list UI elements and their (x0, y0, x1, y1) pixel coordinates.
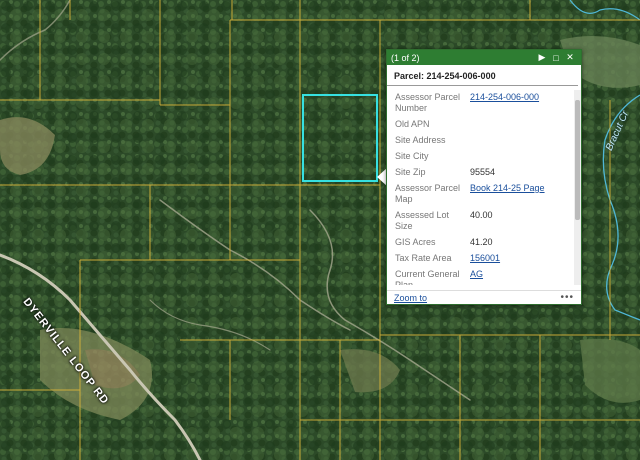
attribute-row: Site Zip 95554 (392, 165, 568, 181)
attribute-name: Current General Plan (395, 269, 460, 285)
attribute-row: Assessor Parcel Map Book 214-25 Page (392, 181, 568, 208)
attribute-row: Old APN (392, 117, 568, 133)
attribute-value-link[interactable]: 214-254-006-000 (470, 92, 539, 102)
attribute-name: Site City (395, 151, 429, 161)
next-feature-icon[interactable]: ▶ (535, 52, 549, 63)
attribute-value: 95554 (470, 167, 496, 177)
more-options-icon[interactable]: ••• (560, 292, 574, 303)
attribute-row: Assessor Parcel Number 214-254-006-000 (392, 90, 568, 117)
attribute-row: GIS Acres 41.20 (392, 235, 568, 251)
attribute-name: Site Address (395, 135, 446, 145)
attribute-value-link[interactable]: AG (470, 269, 483, 279)
attribute-name: Assessor Parcel Map (395, 183, 461, 204)
attribute-value (467, 133, 568, 149)
attribute-value[interactable]: AG (467, 267, 568, 285)
attribute-name: Site Zip (395, 167, 426, 177)
attribute-name: Assessor Parcel Number (395, 92, 461, 113)
zoom-to-link[interactable]: Zoom to (394, 293, 427, 303)
attribute-name: GIS Acres (395, 237, 436, 247)
popup-count: (1 of 2) (391, 52, 420, 63)
attribute-value[interactable]: 214-254-006-000 (467, 90, 568, 117)
attribute-row: Tax Rate Area 156001 (392, 251, 568, 267)
attribute-row: Site City (392, 149, 568, 165)
attribute-name: Old APN (395, 119, 430, 129)
attribute-row: Assessed Lot Size 40.00 (392, 208, 568, 235)
attribute-value: 41.20 (470, 237, 493, 247)
attribute-value (467, 117, 568, 133)
attribute-name: Assessed Lot Size (395, 210, 450, 231)
attribute-table: Assessor Parcel Number 214-254-006-000 Old… (392, 90, 568, 285)
attribute-value: 40.00 (470, 210, 493, 220)
popup-footer: Zoom to ••• (387, 290, 581, 304)
parcel-popup: (1 of 2) ▶ □ ✕ Parcel: 214-254-006-000 A… (386, 49, 582, 305)
popup-scrollbar[interactable] (574, 90, 581, 285)
popup-body[interactable]: Assessor Parcel Number 214-254-006-000 Old… (387, 90, 581, 285)
popup-title: Parcel: 214-254-006-000 (387, 65, 578, 86)
close-icon[interactable]: ✕ (563, 52, 577, 63)
scroll-thumb[interactable] (575, 100, 580, 220)
attribute-row: Site Address (392, 133, 568, 149)
attribute-value (467, 149, 568, 165)
attribute-value[interactable]: 156001 (467, 251, 568, 267)
attribute-name: Tax Rate Area (395, 253, 452, 263)
attribute-value[interactable]: Book 214-25 Page (467, 181, 568, 208)
maximize-icon[interactable]: □ (549, 53, 563, 63)
attribute-value-link[interactable]: Book 214-25 Page (470, 183, 545, 193)
attribute-value-link[interactable]: 156001 (470, 253, 500, 263)
popup-header: (1 of 2) ▶ □ ✕ (387, 50, 581, 65)
attribute-row: Current General Plan AG (392, 267, 568, 285)
